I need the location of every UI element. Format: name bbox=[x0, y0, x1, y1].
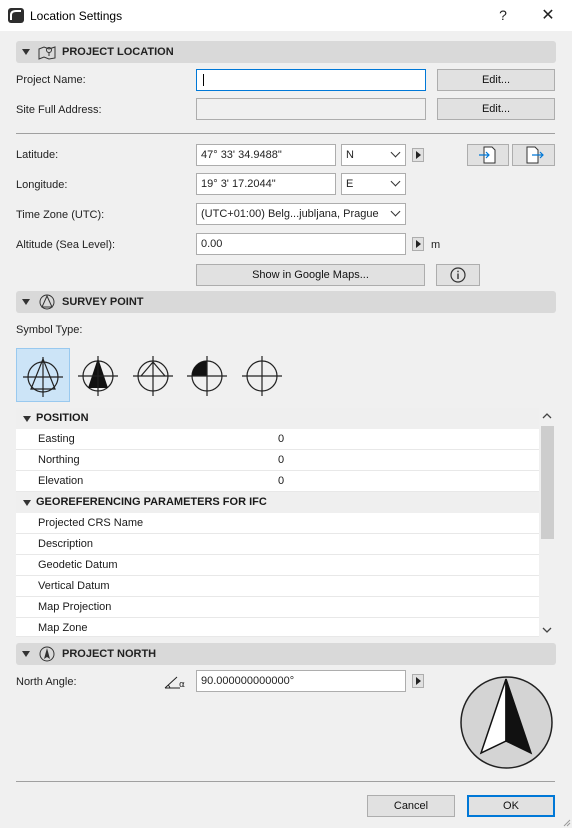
help-button[interactable]: ? bbox=[480, 0, 526, 31]
table-row[interactable]: Vertical Datum bbox=[16, 576, 539, 597]
import-location-button[interactable] bbox=[467, 144, 509, 166]
timezone-select[interactable]: (UTC+01:00) Belg...jubljana, Prague bbox=[196, 203, 406, 225]
collapse-triangle-icon bbox=[22, 49, 30, 55]
info-button[interactable] bbox=[436, 264, 480, 286]
chevron-down-icon bbox=[390, 147, 401, 158]
longitude-label: Longitude: bbox=[16, 179, 68, 191]
north-angle-label: North Angle: bbox=[16, 676, 77, 688]
close-button[interactable]: ✕ bbox=[525, 0, 571, 31]
collapse-triangle-icon bbox=[22, 299, 30, 305]
symbol-type-label: Symbol Type: bbox=[16, 324, 83, 336]
export-location-button[interactable] bbox=[512, 144, 555, 166]
latitude-arrow-button[interactable] bbox=[412, 148, 424, 162]
map-pin-icon bbox=[38, 46, 56, 60]
project-name-label: Project Name: bbox=[16, 74, 86, 86]
table-row[interactable]: Description bbox=[16, 534, 539, 555]
chevron-down-icon bbox=[390, 206, 401, 217]
table-row[interactable]: Map Projection bbox=[16, 597, 539, 618]
export-file-icon bbox=[526, 146, 544, 164]
altitude-unit: m bbox=[431, 239, 441, 251]
table-row[interactable]: Geodetic Datum bbox=[16, 555, 539, 576]
section-project-north[interactable]: PROJECT NORTH bbox=[16, 643, 556, 665]
row-label: Map Zone bbox=[38, 622, 88, 634]
survey-symbol-5-icon bbox=[242, 356, 282, 396]
latitude-direction-select[interactable]: N bbox=[341, 144, 406, 166]
north-arrow-icon bbox=[460, 676, 553, 769]
collapse-triangle-icon bbox=[23, 500, 31, 506]
symbol-option-5[interactable] bbox=[236, 348, 290, 402]
symbol-option-3[interactable] bbox=[127, 348, 181, 402]
longitude-direction-select[interactable]: E bbox=[341, 173, 406, 195]
table-row[interactable]: Projected CRS Name bbox=[16, 513, 539, 534]
section-title: PROJECT NORTH bbox=[62, 648, 157, 660]
angle-icon: α bbox=[164, 676, 185, 690]
row-label: Geodetic Datum bbox=[38, 559, 118, 571]
row-value[interactable]: 0 bbox=[278, 433, 284, 445]
compass-icon bbox=[39, 646, 55, 662]
timezone-label: Time Zone (UTC): bbox=[16, 209, 105, 221]
symbol-option-4[interactable] bbox=[181, 348, 235, 402]
survey-symbol-1-icon bbox=[23, 357, 63, 397]
group-title: POSITION bbox=[36, 412, 89, 424]
section-title: PROJECT LOCATION bbox=[62, 46, 174, 58]
row-label: Map Projection bbox=[38, 601, 112, 613]
survey-symbol-4-icon bbox=[187, 356, 227, 396]
resize-grip-icon[interactable] bbox=[561, 817, 571, 827]
altitude-arrow-button[interactable] bbox=[412, 237, 424, 251]
edit-site-address-button[interactable]: Edit... bbox=[437, 98, 555, 120]
project-name-input[interactable] bbox=[196, 69, 426, 91]
row-label: Projected CRS Name bbox=[38, 517, 144, 529]
show-google-maps-button[interactable]: Show in Google Maps... bbox=[196, 264, 425, 286]
table-row[interactable]: Map Zone bbox=[16, 618, 539, 637]
scroll-down-icon[interactable] bbox=[541, 625, 553, 635]
svg-text:α: α bbox=[179, 680, 185, 690]
survey-point-icon bbox=[39, 294, 55, 310]
info-icon bbox=[450, 267, 466, 283]
site-address-input[interactable] bbox=[196, 98, 426, 120]
table-row[interactable]: Easting 0 bbox=[16, 429, 539, 450]
group-title: GEOREFERENCING PARAMETERS FOR IFC bbox=[36, 496, 267, 508]
survey-symbol-2-icon bbox=[78, 356, 118, 396]
collapse-triangle-icon bbox=[22, 651, 30, 657]
survey-symbol-3-icon bbox=[133, 356, 173, 396]
group-georeferencing-header[interactable]: GEOREFERENCING PARAMETERS FOR IFC bbox=[16, 492, 539, 513]
ok-button[interactable]: OK bbox=[467, 795, 555, 817]
row-label: Description bbox=[38, 538, 94, 550]
scrollbar-thumb[interactable] bbox=[541, 426, 554, 539]
site-address-label: Site Full Address: bbox=[16, 104, 102, 116]
symbol-option-1[interactable] bbox=[16, 348, 70, 402]
group-position-header[interactable]: POSITION bbox=[16, 408, 539, 429]
chevron-down-icon bbox=[390, 176, 401, 187]
divider bbox=[16, 133, 555, 134]
row-value[interactable]: 0 bbox=[278, 454, 284, 466]
altitude-input[interactable]: 0.00 bbox=[196, 233, 406, 255]
altitude-label: Altitude (Sea Level): bbox=[16, 239, 116, 251]
row-label: Vertical Datum bbox=[38, 580, 110, 592]
scroll-up-icon[interactable] bbox=[541, 411, 553, 421]
north-angle-arrow-button[interactable] bbox=[412, 674, 424, 688]
longitude-input[interactable]: 19° 3' 17.2044" bbox=[196, 173, 336, 195]
latitude-input[interactable]: 47° 33' 34.9488" bbox=[196, 144, 336, 166]
symbol-option-2[interactable] bbox=[72, 348, 126, 402]
row-label: Northing bbox=[38, 454, 80, 466]
window-title: Location Settings bbox=[30, 9, 123, 23]
edit-project-name-button[interactable]: Edit... bbox=[437, 69, 555, 91]
section-title: SURVEY POINT bbox=[62, 296, 144, 308]
latitude-label: Latitude: bbox=[16, 149, 59, 161]
row-label: Easting bbox=[38, 433, 75, 445]
section-survey-point[interactable]: SURVEY POINT bbox=[16, 291, 556, 313]
table-row[interactable]: Elevation 0 bbox=[16, 471, 539, 492]
collapse-triangle-icon bbox=[23, 416, 31, 422]
table-row[interactable]: Northing 0 bbox=[16, 450, 539, 471]
north-angle-input[interactable]: 90.000000000000° bbox=[196, 670, 406, 692]
divider bbox=[16, 781, 555, 782]
import-file-icon bbox=[479, 146, 496, 164]
row-label: Elevation bbox=[38, 475, 84, 487]
cancel-button[interactable]: Cancel bbox=[367, 795, 455, 817]
section-project-location[interactable]: PROJECT LOCATION bbox=[16, 41, 556, 63]
app-icon bbox=[8, 8, 24, 23]
row-value[interactable]: 0 bbox=[278, 475, 284, 487]
